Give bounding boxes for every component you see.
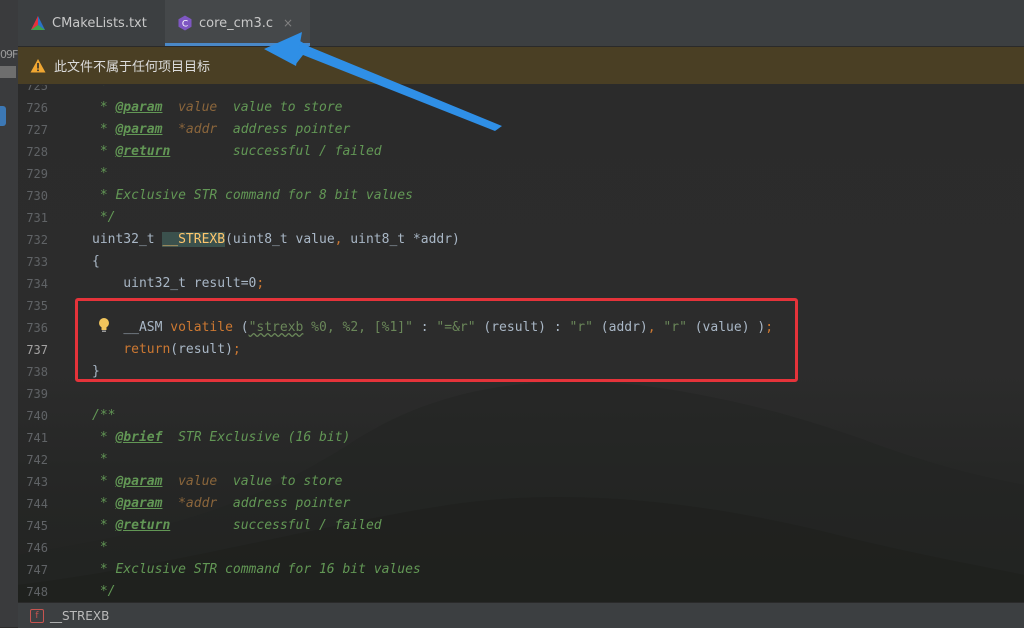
c-file-icon: C: [177, 15, 193, 31]
line-number-current: 737: [26, 343, 48, 357]
code-line: * Exclusive STR command for 16 bit value…: [92, 562, 421, 577]
left-strip-marker: [0, 106, 6, 126]
line-number: 726: [26, 101, 48, 115]
line-number: 740: [26, 409, 48, 423]
tab-label: CMakeLists.txt: [52, 15, 147, 31]
line-number: 733: [26, 255, 48, 269]
line-number: 730: [26, 189, 48, 203]
code-line: * Exclusive STR command for 8 bit values: [92, 188, 413, 203]
cmake-icon: [30, 15, 46, 31]
line-number: 746: [26, 541, 48, 555]
left-tool-strip: 09F: [0, 0, 19, 627]
code-line: */: [92, 210, 116, 225]
line-number: 743: [26, 475, 48, 489]
code-line: *: [92, 166, 108, 181]
code-line: *: [92, 85, 108, 93]
editor-tab-bar: CMakeLists.txt C core_cm3.c ×: [18, 0, 1024, 47]
left-strip-bar: [0, 66, 16, 78]
line-number: 728: [26, 145, 48, 159]
code-line: {: [92, 254, 100, 269]
line-number: 732: [26, 233, 48, 247]
line-number: 741: [26, 431, 48, 445]
code-line: * @param value value to store: [92, 474, 343, 489]
function-name-strexb: __STREXB: [162, 232, 226, 247]
code-line: * @param *addr address pointer: [92, 496, 351, 511]
close-icon[interactable]: ×: [283, 16, 293, 30]
code-line-function-signature: uint32_t __STREXB(uint8_t value, uint8_t…: [92, 232, 460, 247]
line-number: 745: [26, 519, 48, 533]
function-icon: f: [30, 608, 44, 623]
tab-cmakelists[interactable]: CMakeLists.txt: [18, 0, 163, 46]
tab-core-cm3[interactable]: C core_cm3.c ×: [165, 0, 310, 46]
left-strip-cut-text: 09F: [0, 48, 18, 61]
line-number: 731: [26, 211, 48, 225]
line-number: 747: [26, 563, 48, 577]
code-line: uint32_t result=0;: [92, 276, 265, 291]
line-number: 725: [26, 85, 48, 93]
code-line: /**: [92, 408, 116, 423]
line-number: 739: [26, 387, 48, 401]
line-number: 727: [26, 123, 48, 137]
breadcrumb-status-bar: f __STREXB: [18, 602, 1024, 628]
code-line: * @param *addr address pointer: [92, 122, 351, 137]
line-number: 734: [26, 277, 48, 291]
code-line: * @return successful / failed: [92, 144, 382, 159]
line-number: 744: [26, 497, 48, 511]
code-line: *: [92, 452, 108, 467]
line-number: 742: [26, 453, 48, 467]
warning-banner: 此文件不属于任何项目目标: [18, 47, 1024, 84]
svg-text:C: C: [182, 20, 188, 30]
line-number: 738: [26, 365, 48, 379]
annotation-highlight-box: [75, 298, 798, 382]
line-number: 735: [26, 299, 48, 313]
breadcrumb-symbol[interactable]: __STREXB: [50, 609, 109, 623]
warning-text: 此文件不属于任何项目目标: [54, 60, 211, 75]
code-line: *: [92, 540, 108, 555]
line-number: 748: [26, 585, 48, 599]
line-number: 729: [26, 167, 48, 181]
tab-label: core_cm3.c: [199, 15, 274, 31]
warning-icon: [30, 58, 46, 74]
line-number: 736: [26, 321, 48, 335]
code-line: * @return successful / failed: [92, 518, 382, 533]
code-line: * @brief STR Exclusive (16 bit): [92, 430, 351, 445]
code-line: * @param value value to store: [92, 100, 343, 115]
code-line: */: [92, 584, 116, 599]
code-editor[interactable]: 725 726 727 728 729 730 731 732 733 734 …: [18, 85, 1024, 602]
